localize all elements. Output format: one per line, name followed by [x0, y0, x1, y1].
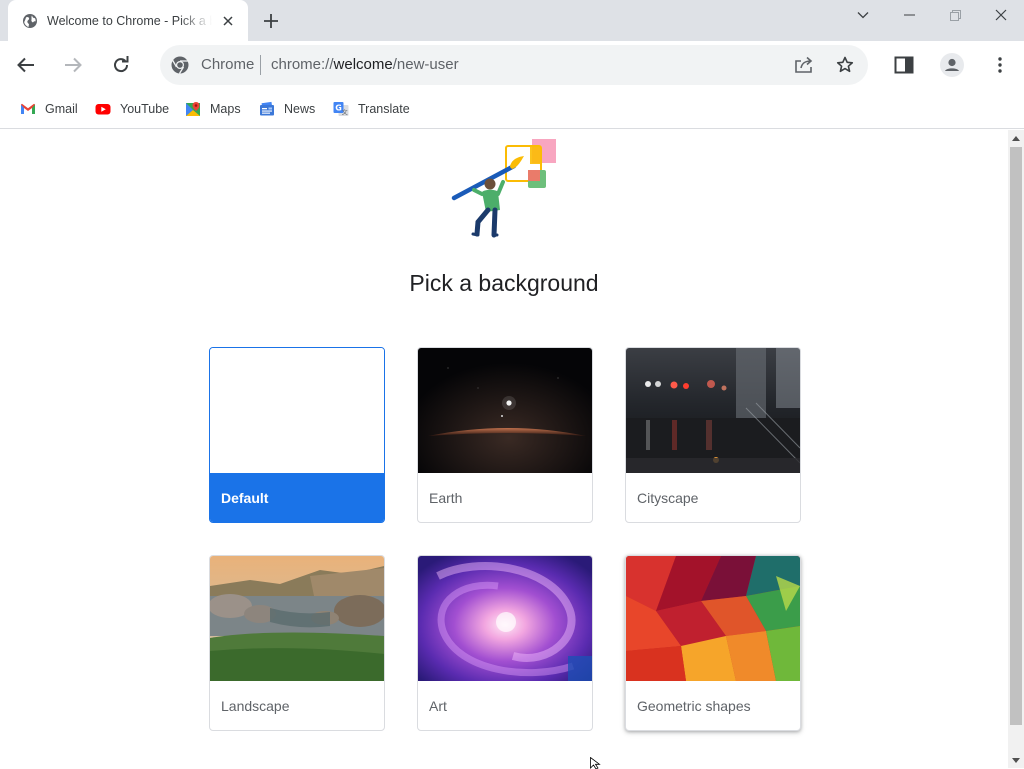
share-icon [795, 56, 813, 73]
plus-icon [264, 14, 278, 28]
bookmark-youtube[interactable]: YouTube [95, 99, 169, 119]
tab-search-button[interactable] [840, 0, 886, 30]
background-label: Earth [429, 489, 463, 506]
side-panel-button[interactable] [888, 49, 920, 81]
globe-icon [23, 13, 37, 28]
close-icon [223, 15, 233, 26]
site-chip: Chrome [201, 56, 255, 73]
arrow-left-icon [17, 57, 34, 73]
art-thumbnail [418, 556, 592, 681]
minimize-icon [903, 14, 915, 16]
restore-button[interactable] [932, 0, 978, 30]
url-path: /new-user [392, 56, 459, 73]
background-option-art[interactable]: Art [417, 555, 593, 731]
earth-thumbnail [418, 348, 592, 473]
bookmark-gmail[interactable]: Gmail [20, 99, 78, 119]
bookmark-maps[interactable]: Maps [185, 99, 241, 119]
share-button[interactable] [793, 54, 815, 76]
tab-close-button[interactable] [218, 11, 238, 31]
reload-icon [114, 56, 129, 73]
bookmark-label: Gmail [45, 102, 78, 116]
url-text[interactable]: chrome://welcome/new-user [271, 55, 459, 75]
bookmark-label: YouTube [120, 102, 170, 116]
page-scrollbar[interactable] [1008, 130, 1024, 768]
bookmark-label: News [284, 102, 316, 116]
menu-button[interactable] [984, 49, 1016, 81]
bookmark-label: Translate [358, 102, 410, 116]
reload-button[interactable] [105, 49, 137, 81]
geometric-shapes-thumbnail [626, 556, 800, 681]
maps-icon [186, 102, 200, 116]
restore-icon [949, 9, 961, 21]
chevron-down-icon [857, 12, 869, 19]
chrome-icon [171, 56, 189, 74]
url-host: welcome [333, 56, 393, 73]
more-vert-icon [998, 57, 1002, 73]
bookmark-label: Maps [210, 102, 241, 116]
page-title: Pick a background [409, 270, 599, 296]
toolbar: Chrome chrome://welcome/new-user [0, 41, 1024, 89]
landscape-thumbnail [210, 556, 384, 681]
youtube-icon [95, 104, 111, 115]
background-label: Geometric shapes [637, 697, 751, 714]
scroll-thumb[interactable] [1010, 147, 1022, 725]
svg-text:文: 文 [342, 109, 348, 117]
background-label: Cityscape [637, 489, 699, 506]
background-option-cityscape[interactable]: Cityscape [625, 347, 801, 523]
bookmark-star-button[interactable] [834, 54, 856, 76]
forward-button[interactable] [57, 49, 89, 81]
tab-title: Welcome to Chrome - Pick a background [47, 13, 212, 28]
arrow-right-icon [65, 57, 82, 73]
bookmarks-bar: Gmail YouTube Maps News G文 Translate [0, 89, 1024, 129]
cityscape-thumbnail [626, 348, 800, 473]
avatar-icon [940, 53, 964, 77]
scroll-down-arrow-icon [1012, 757, 1020, 763]
minimize-button[interactable] [886, 0, 932, 30]
address-bar[interactable]: Chrome chrome://welcome/new-user [160, 45, 868, 85]
new-tab-button[interactable] [260, 10, 282, 32]
scroll-down-button[interactable] [1008, 752, 1024, 768]
close-icon [995, 9, 1007, 21]
url-scheme: chrome:// [271, 56, 334, 73]
background-option-default[interactable]: Default [209, 347, 385, 523]
gmail-icon [21, 103, 35, 114]
scroll-up-button[interactable] [1008, 130, 1024, 146]
background-label: Default [210, 473, 384, 522]
painter-illustration [451, 139, 556, 238]
back-button[interactable] [10, 49, 42, 81]
page-viewport: Pick a background Default Earth Cityscap… [0, 130, 1008, 768]
star-icon [836, 56, 854, 73]
scroll-up-arrow-icon [1012, 135, 1020, 141]
background-option-geometric-shapes[interactable]: Geometric shapes [625, 555, 801, 731]
close-window-button[interactable] [978, 0, 1024, 30]
background-label: Landscape [221, 697, 290, 714]
omnibox-separator [260, 55, 261, 75]
profile-button[interactable] [936, 49, 968, 81]
tab-strip: Welcome to Chrome - Pick a background [0, 0, 1024, 41]
tab-welcome[interactable]: Welcome to Chrome - Pick a background [8, 0, 248, 41]
mouse-pointer-icon [590, 757, 601, 769]
background-option-earth[interactable]: Earth [417, 347, 593, 523]
background-label: Art [429, 697, 447, 714]
bookmark-translate[interactable]: G文 Translate [333, 99, 410, 119]
news-icon [260, 101, 274, 116]
bookmark-news[interactable]: News [259, 99, 315, 119]
side-panel-icon [894, 56, 914, 74]
translate-icon: G文 [333, 102, 349, 117]
background-option-landscape[interactable]: Landscape [209, 555, 385, 731]
default-thumbnail [210, 348, 384, 473]
